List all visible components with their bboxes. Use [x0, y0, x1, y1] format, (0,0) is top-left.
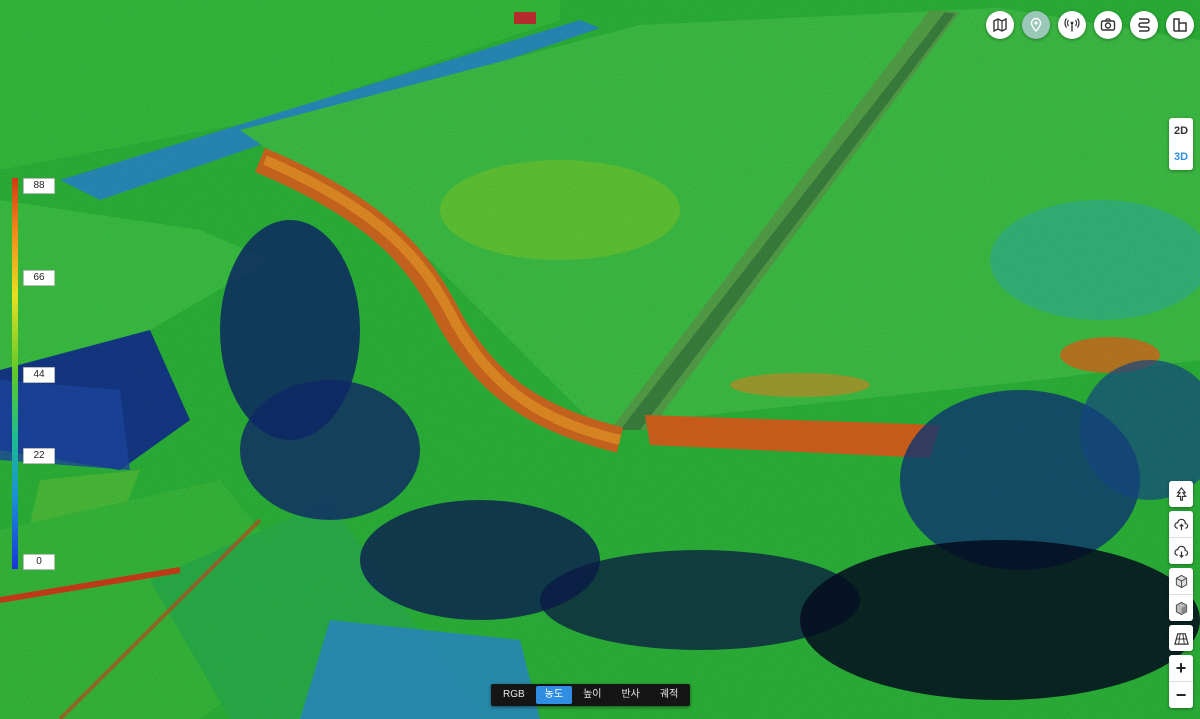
grid-plane-button[interactable]	[1169, 625, 1193, 651]
antenna-button[interactable]	[1058, 11, 1086, 39]
legend-tick-min: 0	[23, 554, 55, 570]
building-button[interactable]	[1166, 11, 1194, 39]
zoom-out-button[interactable]: −	[1169, 681, 1193, 708]
cube-solid-icon	[1175, 601, 1187, 615]
legend-tick-max: 88	[23, 178, 55, 194]
map-icon	[993, 17, 1007, 33]
camera-button[interactable]	[1094, 11, 1122, 39]
cube-solid-button[interactable]	[1169, 594, 1193, 621]
cube-outline-button[interactable]	[1169, 568, 1193, 594]
color-legend-bar	[12, 178, 18, 569]
cloud-upload-button[interactable]	[1169, 511, 1193, 537]
cloud-download-icon	[1173, 545, 1188, 558]
legend-tick: 66	[23, 270, 55, 286]
mode-density-button[interactable]: 농도	[535, 686, 573, 704]
tree-icon	[1175, 486, 1187, 501]
mode-reflect-button[interactable]: 반사	[612, 686, 648, 704]
building-icon	[1173, 18, 1187, 32]
cloud-download-button[interactable]	[1169, 537, 1193, 564]
route-icon	[1138, 18, 1150, 32]
view-mode-toggle: 2D 3D	[1169, 118, 1193, 170]
view-mode-2d-button[interactable]: 2D	[1169, 118, 1193, 144]
cloud-upload-icon	[1173, 518, 1188, 530]
location-pin-icon	[1030, 17, 1042, 33]
mode-trajectory-button[interactable]: 궤적	[651, 686, 687, 704]
grid-tool-group	[1169, 625, 1193, 651]
top-toolbar	[986, 11, 1194, 39]
map-button[interactable]	[986, 11, 1014, 39]
legend-tick: 44	[23, 367, 55, 383]
view-mode-3d-button[interactable]: 3D	[1169, 144, 1193, 170]
location-button[interactable]	[1022, 11, 1050, 39]
tree-tool-group	[1169, 481, 1193, 507]
color-mode-bar: RGB 농도 높이 반사 궤적	[491, 684, 691, 706]
camera-icon	[1100, 18, 1116, 31]
zoom-controls: + −	[1169, 655, 1193, 708]
route-button[interactable]	[1130, 11, 1158, 39]
mode-height-button[interactable]: 높이	[574, 686, 610, 704]
grid-plane-icon	[1173, 632, 1189, 645]
point-cloud-viewport[interactable]	[0, 0, 1200, 719]
cube-tool-group	[1169, 568, 1193, 621]
mode-rgb-button[interactable]: RGB	[494, 686, 534, 704]
tree-button[interactable]	[1169, 481, 1193, 507]
antenna-icon	[1064, 18, 1080, 32]
zoom-in-button[interactable]: +	[1169, 655, 1193, 681]
cloud-tool-group	[1169, 511, 1193, 564]
legend-tick: 22	[23, 448, 55, 464]
cube-outline-icon	[1175, 574, 1187, 588]
